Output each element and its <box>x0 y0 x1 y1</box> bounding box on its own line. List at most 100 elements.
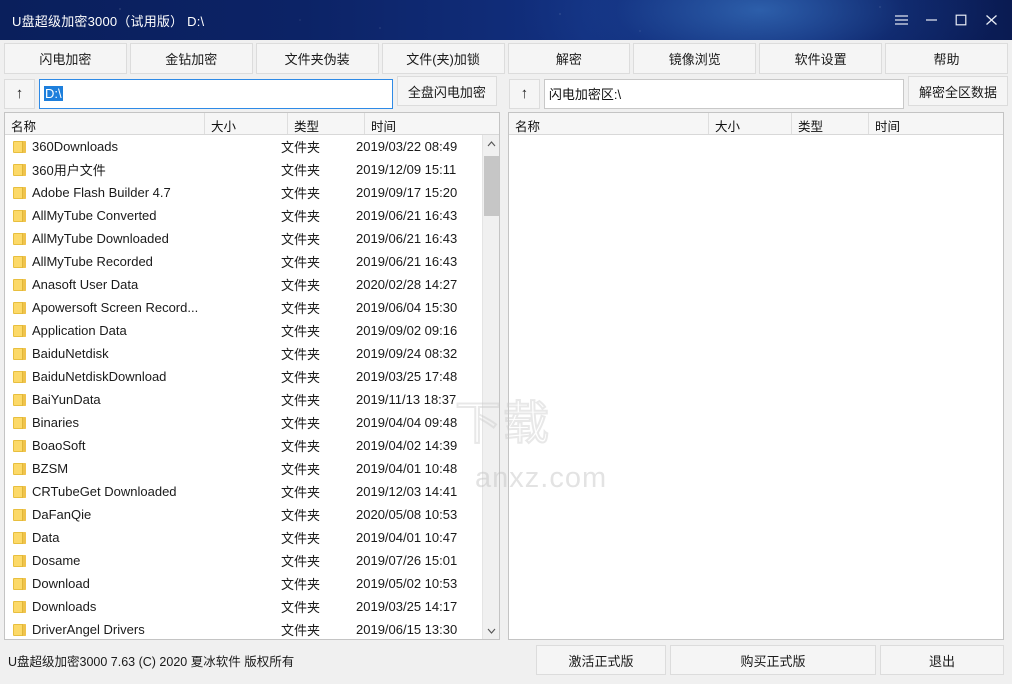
table-row[interactable]: Download文件夹2019/05/02 10:53 <box>5 572 482 595</box>
row-time-cell: 2019/09/02 09:16 <box>356 323 457 338</box>
table-row[interactable]: Dosame文件夹2019/07/26 15:01 <box>5 549 482 572</box>
right-col-size[interactable]: 大小 <box>709 113 792 134</box>
row-name-cell: CRTubeGet Downloaded <box>13 484 281 499</box>
row-time-cell: 2019/07/26 15:01 <box>356 553 457 568</box>
table-row[interactable]: Apowersoft Screen Record...文件夹2019/06/04… <box>5 296 482 319</box>
table-row[interactable]: Anasoft User Data文件夹2020/02/28 14:27 <box>5 273 482 296</box>
table-row[interactable]: Adobe Flash Builder 4.7文件夹2019/09/17 15:… <box>5 181 482 204</box>
right-col-name[interactable]: 名称 <box>509 113 709 134</box>
row-type-cell: 文件夹 <box>281 229 356 248</box>
row-name-label: AllMyTube Downloaded <box>32 231 169 246</box>
left-path-input[interactable]: D:\ <box>39 79 393 109</box>
row-name-cell: Dosame <box>13 553 281 568</box>
toolbar-button-settings[interactable]: 软件设置 <box>759 43 882 74</box>
menu-icon[interactable] <box>886 0 916 40</box>
row-time-cell: 2019/06/15 13:30 <box>356 622 457 637</box>
row-name-label: Apowersoft Screen Record... <box>32 300 198 315</box>
folder-icon <box>13 233 26 245</box>
left-col-type[interactable]: 类型 <box>288 113 365 134</box>
decrypt-all-zone-button[interactable]: 解密全区数据 <box>908 76 1008 106</box>
close-icon[interactable] <box>976 0 1006 40</box>
row-time-cell: 2019/04/01 10:48 <box>356 461 457 476</box>
row-name-cell: AllMyTube Converted <box>13 208 281 223</box>
row-name-label: Adobe Flash Builder 4.7 <box>32 185 171 200</box>
purchase-button[interactable]: 购买正式版 <box>670 645 876 675</box>
right-col-type[interactable]: 类型 <box>792 113 869 134</box>
toolbar-button-help[interactable]: 帮助 <box>885 43 1008 74</box>
left-col-name[interactable]: 名称 <box>5 113 205 134</box>
table-row[interactable]: 360Downloads文件夹2019/03/22 08:49 <box>5 135 482 158</box>
table-row[interactable]: 360用户文件文件夹2019/12/09 15:11 <box>5 158 482 181</box>
row-name-label: DriverAngel Drivers <box>32 622 145 637</box>
right-up-icon[interactable]: ↑ <box>509 79 540 109</box>
table-row[interactable]: AllMyTube Downloaded文件夹2019/06/21 16:43 <box>5 227 482 250</box>
row-time-cell: 2019/04/02 14:39 <box>356 438 457 453</box>
row-name-label: 360用户文件 <box>32 160 106 179</box>
row-name-cell: DaFanQie <box>13 507 281 522</box>
scroll-down-icon[interactable] <box>483 622 500 639</box>
row-time-cell: 2019/04/01 10:47 <box>356 530 457 545</box>
title-bar: U盘超级加密3000（试用版） D:\ <box>0 0 1012 40</box>
right-path-input[interactable]: 闪电加密区:\ <box>544 79 904 109</box>
left-scrollbar[interactable] <box>482 135 499 639</box>
row-name-label: CRTubeGet Downloaded <box>32 484 177 499</box>
row-time-cell: 2019/04/04 09:48 <box>356 415 457 430</box>
table-row[interactable]: BaiYunData文件夹2019/11/13 18:37 <box>5 388 482 411</box>
row-type-cell: 文件夹 <box>281 137 356 156</box>
row-type-cell: 文件夹 <box>281 413 356 432</box>
toolbar-button-decrypt[interactable]: 解密 <box>508 43 631 74</box>
table-row[interactable]: CRTubeGet Downloaded文件夹2019/12/03 14:41 <box>5 480 482 503</box>
path-bar: ↑ D:\ 全盘闪电加密 ↑ 闪电加密区:\ 解密全区数据 <box>0 76 1012 112</box>
table-row[interactable]: BaiduNetdiskDownload文件夹2019/03/25 17:48 <box>5 365 482 388</box>
table-row[interactable]: Downloads文件夹2019/03/25 14:17 <box>5 595 482 618</box>
left-col-time[interactable]: 时间 <box>365 113 499 134</box>
maximize-icon[interactable] <box>946 0 976 40</box>
row-name-label: Download <box>32 576 90 591</box>
folder-icon <box>13 279 26 291</box>
left-up-icon[interactable]: ↑ <box>4 79 35 109</box>
table-row[interactable]: Application Data文件夹2019/09/02 09:16 <box>5 319 482 342</box>
table-row[interactable]: DaFanQie文件夹2020/05/08 10:53 <box>5 503 482 526</box>
table-row[interactable]: AllMyTube Converted文件夹2019/06/21 16:43 <box>5 204 482 227</box>
left-scroll-track[interactable] <box>483 152 500 622</box>
left-list-body: 360Downloads文件夹2019/03/22 08:49360用户文件文件… <box>5 135 499 639</box>
exit-button[interactable]: 退出 <box>880 645 1004 675</box>
row-name-label: BZSM <box>32 461 68 476</box>
toolbar-button-diamond-encrypt[interactable]: 金钻加密 <box>130 43 253 74</box>
toolbar-button-flash-encrypt[interactable]: 闪电加密 <box>4 43 127 74</box>
row-type-cell: 文件夹 <box>281 459 356 478</box>
toolbar-button-mirror-browse[interactable]: 镜像浏览 <box>633 43 756 74</box>
row-time-cell: 2019/06/04 15:30 <box>356 300 457 315</box>
folder-icon <box>13 486 26 498</box>
row-name-cell: 360用户文件 <box>13 160 281 179</box>
left-list-header: 名称 大小 类型 时间 <box>5 113 499 135</box>
table-row[interactable]: BZSM 文件夹2019/04/01 10:48 <box>5 457 482 480</box>
table-row[interactable]: Binaries 文件夹2019/04/04 09:48 <box>5 411 482 434</box>
full-disk-flash-encrypt-button[interactable]: 全盘闪电加密 <box>397 76 497 106</box>
minimize-icon[interactable] <box>916 0 946 40</box>
table-row[interactable]: Data文件夹2019/04/01 10:47 <box>5 526 482 549</box>
toolbar-button-folder-disguise[interactable]: 文件夹伪装 <box>256 43 379 74</box>
row-time-cell: 2019/03/25 17:48 <box>356 369 457 384</box>
table-row[interactable]: DriverAngel Drivers 文件夹2019/06/15 13:30 <box>5 618 482 639</box>
row-name-label: Binaries <box>32 415 79 430</box>
left-scroll-thumb[interactable] <box>484 156 499 216</box>
row-name-cell: Binaries <box>13 415 281 430</box>
row-name-cell: Data <box>13 530 281 545</box>
row-name-cell: Application Data <box>13 323 281 338</box>
table-row[interactable]: BaiduNetdisk文件夹2019/09/24 08:32 <box>5 342 482 365</box>
scroll-up-icon[interactable] <box>483 135 500 152</box>
row-name-label: Application Data <box>32 323 127 338</box>
table-row[interactable]: BoaoSoft文件夹2019/04/02 14:39 <box>5 434 482 457</box>
table-row[interactable]: AllMyTube Recorded文件夹2019/06/21 16:43 <box>5 250 482 273</box>
row-name-cell: BaiYunData <box>13 392 281 407</box>
right-file-panel: 名称 大小 类型 时间 <box>508 112 1004 640</box>
right-list-body <box>509 135 1003 639</box>
folder-icon <box>13 302 26 314</box>
toolbar-button-file-lock[interactable]: 文件(夹)加锁 <box>382 43 505 74</box>
row-type-cell: 文件夹 <box>281 620 356 639</box>
right-col-time[interactable]: 时间 <box>869 113 1003 134</box>
row-name-cell: 360Downloads <box>13 139 281 154</box>
activate-button[interactable]: 激活正式版 <box>536 645 666 675</box>
left-col-size[interactable]: 大小 <box>205 113 288 134</box>
